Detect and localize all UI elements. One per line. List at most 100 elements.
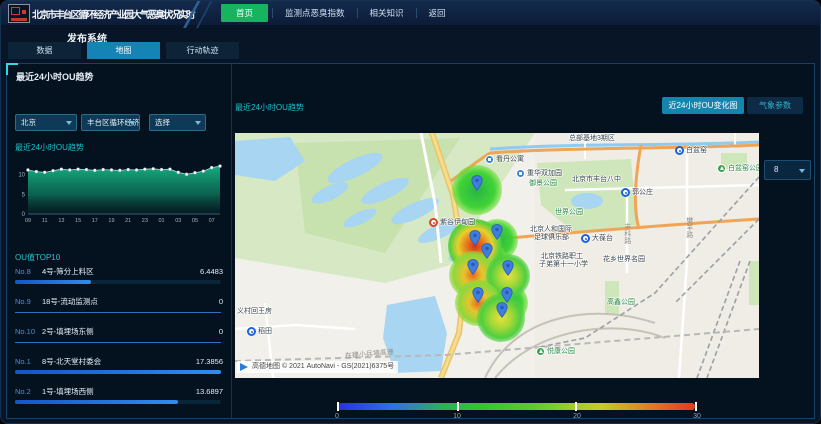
map-label: 郭公庄 xyxy=(621,188,653,197)
heat-legend: 0102030 xyxy=(337,402,697,424)
metro-icon xyxy=(675,146,684,155)
row-value: 0 xyxy=(219,327,223,336)
row-name: 1号-填埋场西侧 xyxy=(42,386,196,397)
legend-tick xyxy=(575,402,577,411)
map-label: 稻田 xyxy=(247,327,272,336)
row-name: 8号-北天堂村委会 xyxy=(42,356,196,367)
chevron-down-icon xyxy=(129,121,135,125)
map-label: 北京市丰台八中 xyxy=(572,176,621,184)
row-bar-track xyxy=(15,280,221,284)
row-rank: No.2 xyxy=(15,387,42,396)
top-list-row: No.102号-填埋场东侧0 xyxy=(15,322,223,352)
row-value: 13.6897 xyxy=(196,387,223,396)
map-label: 樊羊路 xyxy=(685,217,693,238)
row-bar-track xyxy=(15,400,221,404)
row-bar xyxy=(15,280,91,284)
legend-tick-label: 20 xyxy=(573,413,581,420)
logo-placeholder-icon xyxy=(8,4,30,23)
legend-tick xyxy=(695,402,697,411)
map-label: 紫谷伊甸园 xyxy=(429,218,475,227)
map-section-label: 最近24小时OU趋势 xyxy=(235,102,304,113)
top-list-row: No.918号-流动监测点0 xyxy=(15,292,223,322)
svg-text:15: 15 xyxy=(75,218,81,224)
map-label-text: 稻田 xyxy=(258,328,272,336)
publish-tab-2[interactable]: 行动轨迹 xyxy=(166,42,239,59)
main-panel: 最近24小时OU趋势 北京丰台区循环经济产选择 最近24小时OU趋势 05100… xyxy=(6,63,815,419)
row-value: 6.4483 xyxy=(200,267,223,276)
row-bar-empty xyxy=(15,312,221,313)
trend-chart: 0510091113151719212301030507 xyxy=(11,150,225,230)
row-value: 17.3856 xyxy=(196,357,223,366)
svg-text:03: 03 xyxy=(175,218,181,224)
svg-text:10: 10 xyxy=(18,173,25,179)
region-select-2[interactable]: 选择 xyxy=(149,114,206,131)
map-label-text: 花乡世界名园 xyxy=(603,256,645,264)
region-select-0[interactable]: 北京 xyxy=(15,114,77,131)
map-label: 悦康公园 xyxy=(536,347,575,356)
header: 北京市丰台区循环经济产业园大气恶臭状况实时 首页监测点恶臭指数相关知识返回 xyxy=(1,1,820,25)
map-label: 北京人和国际 xyxy=(530,226,572,234)
row-rank: No.8 xyxy=(15,267,42,276)
top-list-row: No.21号-填埋场西侧13.6897 xyxy=(15,382,223,412)
nav-item-2[interactable]: 相关知识 xyxy=(358,7,416,19)
map-label: 足球俱乐部 xyxy=(534,234,569,242)
hour-select[interactable]: 8 xyxy=(764,160,811,180)
map-label: 看丹公寓 xyxy=(485,155,524,164)
map-canvas[interactable]: 看丹公寓重华双加园御景公园总部基地3期区北京市丰台八中郭公庄白盆窑白盆窑公园丰科… xyxy=(235,133,759,378)
chevron-down-icon xyxy=(66,121,72,125)
map-label-text: 北京人和国际 xyxy=(530,226,572,234)
map-label-text: 重华双加园 xyxy=(527,170,562,178)
legend-tick-label: 10 xyxy=(453,413,461,420)
row-name: 2号-填埋场东侧 xyxy=(42,326,219,337)
map-mode-button-0[interactable]: 近24小时OU变化图 xyxy=(662,97,744,114)
svg-text:23: 23 xyxy=(142,218,148,224)
nav-item-3[interactable]: 返回 xyxy=(417,7,458,19)
map-label-text: 悦康公园 xyxy=(547,348,575,356)
svg-text:17: 17 xyxy=(92,218,98,224)
map-label-text: 义村回王房 xyxy=(237,308,272,316)
chevron-down-icon xyxy=(799,169,805,173)
top-list: No.84号-筛分上料区6.4483No.918号-流动监测点0No.102号-… xyxy=(15,262,223,412)
svg-text:07: 07 xyxy=(209,218,215,224)
map-label: 重华双加园 xyxy=(516,169,562,178)
park-icon xyxy=(717,164,726,173)
map-label-text: 足球俱乐部 xyxy=(534,234,569,242)
app-title: 北京市丰台区循环经济产业园大气恶臭状况实时 xyxy=(32,7,194,21)
map-mode-button-1[interactable]: 气象参数 xyxy=(747,97,803,114)
top-list-row: No.84号-筛分上料区6.4483 xyxy=(15,262,223,292)
map-label-text: 丰科路 xyxy=(623,223,631,244)
panel-title: 最近24小时OU趋势 xyxy=(16,70,94,83)
map-label: 白盆窑公园 xyxy=(717,164,759,173)
building-icon xyxy=(516,169,525,178)
nav-item-0[interactable]: 首页 xyxy=(221,4,268,22)
region-select-1[interactable]: 丰台区循环经济产 xyxy=(81,114,140,131)
row-rank: No.9 xyxy=(15,297,42,306)
map-label: 丰科路 xyxy=(623,223,631,244)
map-label: 义村回王房 xyxy=(237,308,272,316)
svg-text:21: 21 xyxy=(125,218,131,224)
row-bar-empty xyxy=(15,342,221,343)
row-value: 0 xyxy=(219,297,223,306)
map-label-text: 北京市丰台八中 xyxy=(572,176,621,184)
legend-tick-label: 0 xyxy=(335,413,339,420)
map-label: 白盆窑 xyxy=(675,146,707,155)
select-value: 北京 xyxy=(21,118,36,127)
metro-icon xyxy=(581,234,590,243)
map-label: 子弟第十一小学 xyxy=(539,261,588,269)
map-label: 高鑫公园 xyxy=(607,299,635,307)
row-rank: No.1 xyxy=(15,357,42,366)
chevron-down-icon xyxy=(195,121,201,125)
hour-select-value: 8 xyxy=(774,165,778,174)
map-label-text: 大葆台 xyxy=(592,235,613,243)
publish-tab-1[interactable]: 地图 xyxy=(87,42,160,59)
nav-item-1[interactable]: 监测点恶臭指数 xyxy=(273,7,357,19)
map-label: 花乡世界名园 xyxy=(603,256,645,264)
map-label-text: 子弟第十一小学 xyxy=(539,261,588,269)
svg-text:13: 13 xyxy=(58,218,64,224)
map-label-text: 北京铁路职工 xyxy=(541,253,583,261)
map-label-text: 御景公园 xyxy=(529,180,557,188)
legend-tick xyxy=(457,402,459,411)
publish-tab-0[interactable]: 数据 xyxy=(8,42,81,59)
map-label: 御景公园 xyxy=(529,180,557,188)
map-label-text: 紫谷伊甸园 xyxy=(440,219,475,227)
